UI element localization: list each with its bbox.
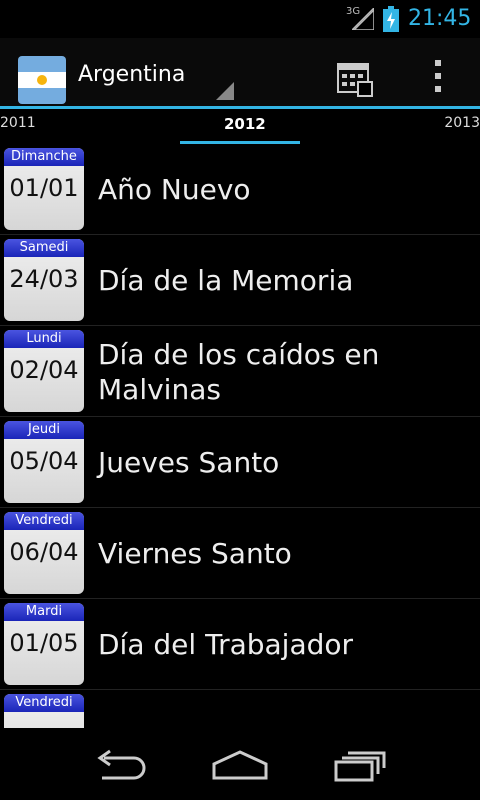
date-label: 24/03 (9, 265, 79, 293)
weekday-label: Lundi (4, 330, 84, 348)
date-tile: Dimanche 01/01 (4, 148, 84, 230)
tab-next-year[interactable]: 2013 (444, 115, 480, 131)
date-tile: Vendredi 06/04 (4, 512, 84, 594)
weekday-label: Dimanche (4, 148, 84, 166)
back-icon[interactable] (90, 748, 150, 784)
date-tile: Mardi 01/05 (4, 603, 84, 685)
holiday-list[interactable]: Dimanche 01/01 Año Nuevo Samedi 24/03 Dí… (0, 144, 480, 728)
list-item[interactable]: Lundi 02/04 Día de los caídos en Malvina… (0, 326, 480, 417)
country-selector[interactable]: Argentina (78, 62, 185, 87)
argentina-flag-icon[interactable] (18, 56, 66, 104)
weekday-label: Samedi (4, 239, 84, 257)
list-item[interactable]: Samedi 24/03 Día de la Memoria (0, 235, 480, 326)
list-item[interactable]: Jeudi 05/04 Jueves Santo (0, 417, 480, 508)
date-tile: Jeudi 05/04 (4, 421, 84, 503)
status-bar: 3G 21:45 (0, 0, 480, 38)
date-label: 05/04 (9, 447, 79, 475)
list-item[interactable]: Dimanche 01/01 Año Nuevo (0, 144, 480, 235)
date-label: 01/05 (9, 629, 79, 657)
spinner-indicator-icon (216, 82, 234, 100)
calendar-icon[interactable] (334, 58, 374, 98)
tab-current-year[interactable]: 2012 (224, 115, 266, 133)
clock: 21:45 (408, 6, 472, 31)
holiday-name: Día del Trabajador (98, 628, 354, 661)
holiday-name: Día de los caídos en Malvinas (98, 338, 380, 406)
weekday-label: Vendredi (4, 694, 84, 712)
home-icon[interactable] (210, 748, 270, 784)
holiday-name: Viernes Santo (98, 537, 292, 570)
list-item[interactable]: Vendredi 06/04 Viernes Santo (0, 508, 480, 599)
weekday-label: Jeudi (4, 421, 84, 439)
navigation-bar (0, 728, 480, 800)
overflow-menu-icon[interactable] (424, 56, 452, 96)
signal-icon (352, 8, 374, 30)
action-bar: Argentina (0, 38, 480, 106)
date-tile: Lundi 02/04 (4, 330, 84, 412)
holiday-name: Día de la Memoria (98, 264, 354, 297)
weekday-label: Mardi (4, 603, 84, 621)
weekday-label: Vendredi (4, 512, 84, 530)
holiday-name: Año Nuevo (98, 173, 251, 206)
recent-apps-icon[interactable] (330, 748, 390, 784)
tab-previous-year[interactable]: 2011 (0, 115, 36, 131)
date-tile: Vendredi (4, 694, 84, 728)
list-item[interactable]: Mardi 01/05 Día del Trabajador (0, 599, 480, 690)
date-label: 01/01 (9, 174, 79, 202)
list-item[interactable]: Vendredi (0, 690, 480, 728)
battery-charging-icon (383, 6, 399, 32)
date-label: 06/04 (9, 538, 79, 566)
holiday-name: Jueves Santo (98, 446, 280, 479)
date-label: 02/04 (9, 356, 79, 384)
date-tile: Samedi 24/03 (4, 239, 84, 321)
year-tabs: 2011 2012 2013 (0, 106, 480, 147)
